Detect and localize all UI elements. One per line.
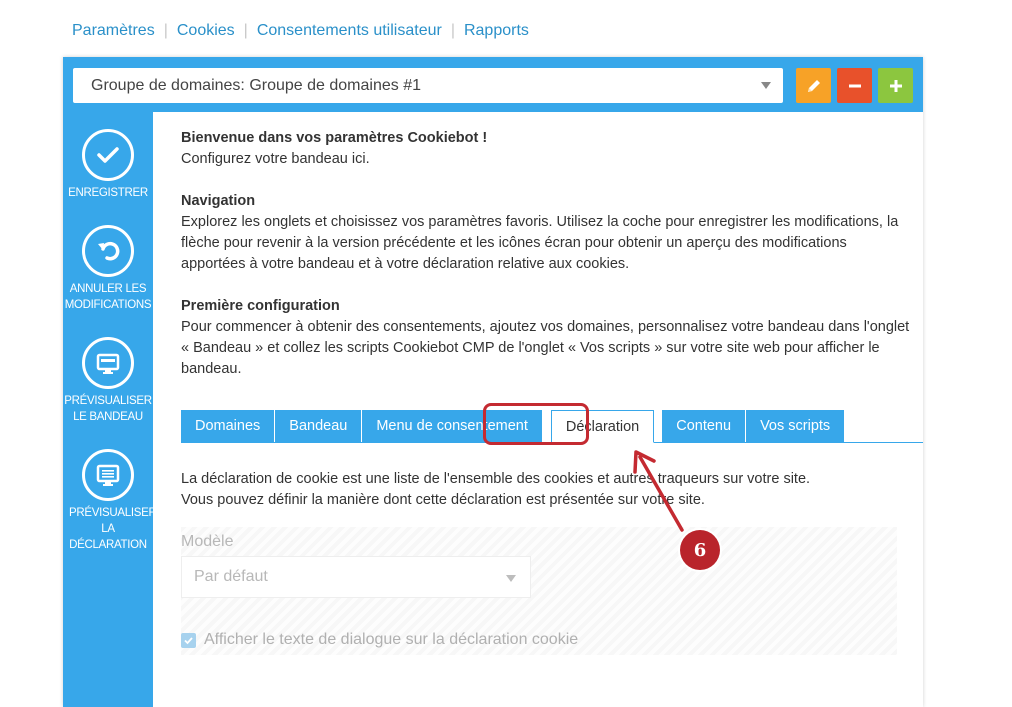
settings-tabs: Domaines Bandeau Menu de consentement Dé… bbox=[181, 410, 846, 443]
declaration-description-line2: Vous pouvez définir la manière dont cett… bbox=[181, 492, 705, 508]
checkmark-icon bbox=[184, 636, 193, 644]
template-value: Par défaut bbox=[194, 568, 268, 585]
tab-declaration[interactable]: Déclaration bbox=[550, 410, 655, 443]
undo-label: ANNULER LES MODIFICATIONS bbox=[64, 283, 152, 311]
settings-panel: Groupe de domaines: Groupe de domaines #… bbox=[63, 57, 923, 707]
tab-vos-scripts[interactable]: Vos scripts bbox=[746, 410, 846, 442]
save-button[interactable]: ENREGISTRER bbox=[63, 129, 153, 201]
pencil-icon bbox=[807, 79, 820, 92]
top-navigation: Paramètres | Cookies | Consentements uti… bbox=[72, 22, 529, 40]
add-domain-group-button[interactable] bbox=[878, 68, 913, 103]
declaration-description-line1: La déclaration de cookie est une liste d… bbox=[181, 471, 811, 487]
undo-icon bbox=[82, 225, 134, 277]
edit-domain-group-button[interactable] bbox=[796, 68, 831, 103]
nav-link-parametres[interactable]: Paramètres bbox=[72, 22, 155, 40]
remove-domain-group-button[interactable] bbox=[837, 68, 872, 103]
nav-link-consentements[interactable]: Consentements utilisateur bbox=[257, 22, 442, 40]
welcome-block: Bienvenue dans vos paramètres Cookiebot … bbox=[181, 128, 911, 170]
welcome-title: Bienvenue dans vos paramètres Cookiebot … bbox=[181, 130, 488, 146]
checkmark-icon bbox=[82, 129, 134, 181]
nav-link-cookies[interactable]: Cookies bbox=[177, 22, 235, 40]
step-number-badge: 6 bbox=[680, 530, 720, 570]
nav-link-rapports[interactable]: Rapports bbox=[464, 22, 529, 40]
domain-group-select[interactable]: Groupe de domaines: Groupe de domaines #… bbox=[73, 68, 783, 103]
tab-menu-consentement[interactable]: Menu de consentement bbox=[362, 410, 543, 442]
preview-banner-button[interactable]: PRÉVISUALISER LE BANDEAU bbox=[63, 337, 153, 425]
monitor-document-icon bbox=[82, 449, 134, 501]
action-sidebar: ENREGISTRER ANNULER LES MODIFICATIONS PR… bbox=[63, 112, 157, 707]
dialog-text-option: Afficher le texte de dialogue sur la déc… bbox=[181, 631, 578, 649]
plus-icon bbox=[889, 79, 902, 92]
tab-bandeau[interactable]: Bandeau bbox=[275, 410, 363, 442]
nav-separator: | bbox=[163, 22, 168, 39]
nav-separator: | bbox=[243, 22, 248, 39]
dialog-text-checkbox[interactable] bbox=[181, 632, 196, 648]
navigation-block: Navigation Explorez les onglets et chois… bbox=[181, 191, 911, 275]
tab-domaines[interactable]: Domaines bbox=[181, 410, 276, 442]
declaration-description: La déclaration de cookie est une liste d… bbox=[181, 469, 911, 511]
panel-header: Groupe de domaines: Groupe de domaines #… bbox=[63, 57, 923, 112]
navigation-text: Explorez les onglets et choisissez vos p… bbox=[181, 214, 899, 272]
template-settings: Modèle Par défaut Afficher le texte de d… bbox=[181, 527, 897, 655]
minus-icon bbox=[848, 84, 861, 87]
template-label: Modèle bbox=[181, 533, 234, 550]
welcome-text: Configurez votre bandeau ici. bbox=[181, 151, 370, 167]
main-content: Bienvenue dans vos paramètres Cookiebot … bbox=[153, 112, 923, 707]
preview-banner-label: PRÉVISUALISER LE BANDEAU bbox=[64, 395, 152, 423]
template-select[interactable]: Par défaut bbox=[181, 556, 531, 598]
first-setup-text: Pour commencer à obtenir des consentemen… bbox=[181, 319, 910, 377]
navigation-title: Navigation bbox=[181, 193, 256, 209]
chevron-down-icon bbox=[761, 82, 771, 89]
chevron-down-icon bbox=[506, 575, 516, 582]
preview-declaration-label: PRÉVISUALISER LA DÉCLARATION bbox=[69, 507, 157, 551]
domain-group-value: Groupe de domaines: Groupe de domaines #… bbox=[91, 76, 421, 94]
tab-contenu[interactable]: Contenu bbox=[662, 410, 747, 442]
preview-declaration-button[interactable]: PRÉVISUALISER LA DÉCLARATION bbox=[63, 449, 157, 553]
monitor-icon bbox=[82, 337, 134, 389]
intro-section: Bienvenue dans vos paramètres Cookiebot … bbox=[181, 128, 911, 401]
dialog-text-label: Afficher le texte de dialogue sur la déc… bbox=[204, 631, 579, 648]
undo-changes-button[interactable]: ANNULER LES MODIFICATIONS bbox=[63, 225, 153, 313]
first-setup-title: Première configuration bbox=[181, 298, 340, 314]
save-label: ENREGISTRER bbox=[68, 187, 148, 199]
nav-separator: | bbox=[450, 22, 455, 39]
first-setup-block: Première configuration Pour commencer à … bbox=[181, 296, 911, 380]
